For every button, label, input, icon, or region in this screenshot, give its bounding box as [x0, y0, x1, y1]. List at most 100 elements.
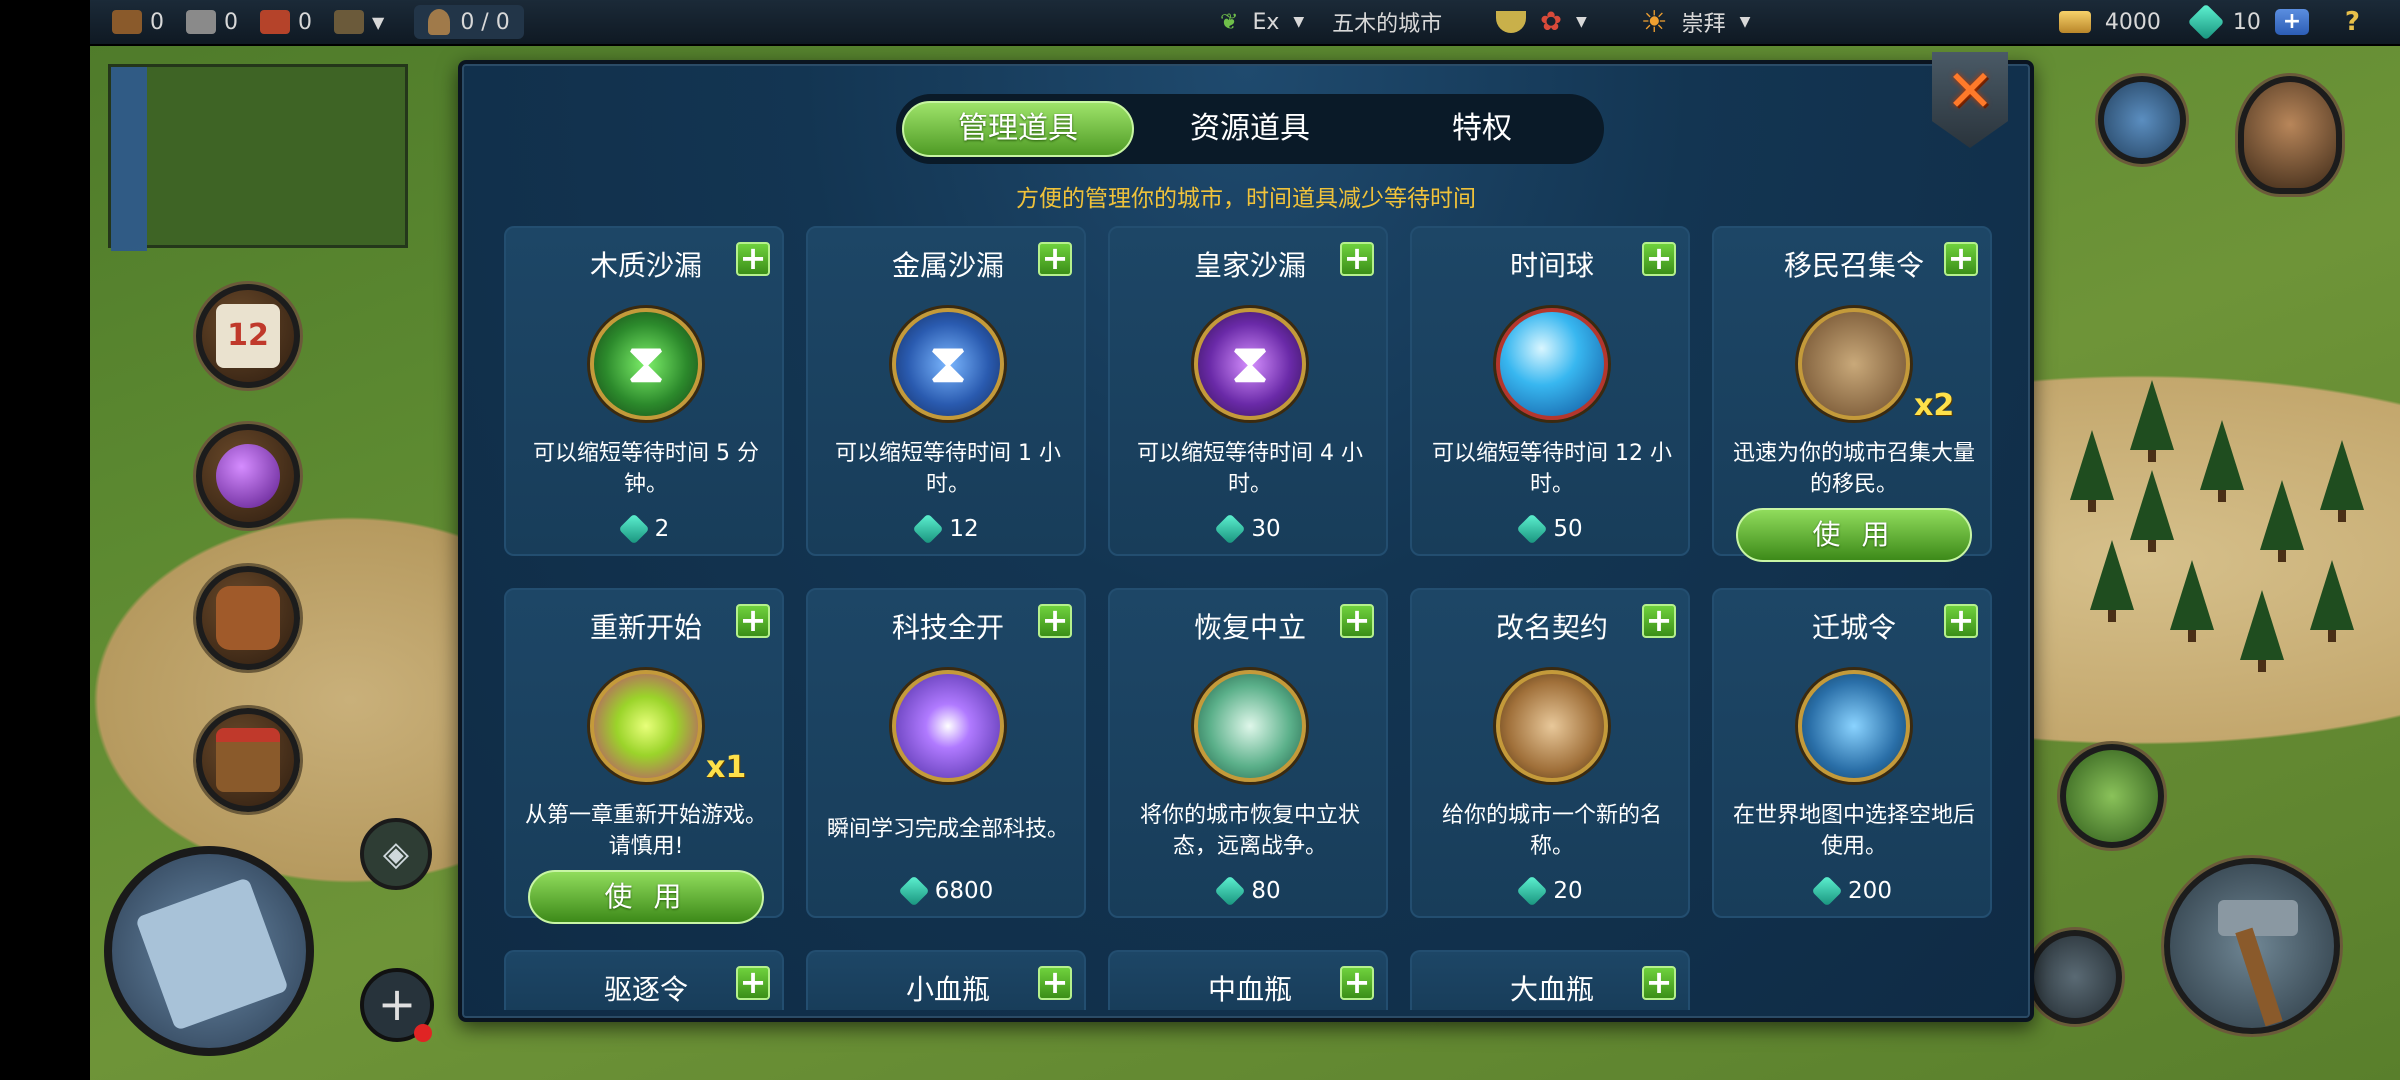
layers-button[interactable]: ◈ [360, 818, 432, 890]
crown-button[interactable] [2098, 76, 2186, 164]
buy-item-button[interactable]: + [1944, 242, 1978, 276]
tree [2310, 560, 2354, 642]
item-card[interactable]: 驱逐令 + [504, 950, 784, 1010]
tree [2240, 590, 2284, 672]
buy-item-button[interactable]: + [1642, 966, 1676, 1000]
buy-item-button[interactable]: + [1340, 242, 1374, 276]
tree [2130, 470, 2174, 552]
buy-item-button[interactable]: + [1038, 604, 1072, 638]
chevron-down-icon: ▼ [1293, 14, 1305, 30]
item-card[interactable]: 恢复中立 + 将你的城市恢复中立状态，远离战争。 80 [1108, 588, 1388, 918]
market-cart-icon [216, 728, 280, 792]
item-card[interactable]: 时间球 + 可以缩短等待时间 12 小时。 50 [1410, 226, 1690, 556]
dove-icon [1194, 670, 1306, 782]
item-card[interactable]: 科技全开 + 瞬间学习完成全部科技。 6800 [806, 588, 1086, 918]
hammer-icon [2218, 900, 2298, 936]
stone-resource[interactable]: 0 [186, 10, 238, 35]
item-price: 200 [1714, 875, 1994, 907]
item-price: 50 [1412, 513, 1692, 545]
items-dialog: 管理道具 资源道具 特权 方便的管理你的城市，时间道具减少等待时间 木质沙漏 +… [458, 60, 2034, 1022]
item-count: x1 [706, 750, 747, 785]
population-box[interactable]: 0 / 0 [414, 5, 524, 39]
use-item-button[interactable]: 使 用 [1736, 508, 1972, 562]
close-icon: ✕ [1945, 57, 1995, 125]
potion-button[interactable] [196, 424, 300, 528]
minimap-sea [111, 67, 147, 251]
gem-icon [1811, 875, 1843, 907]
market-button[interactable] [196, 708, 300, 812]
item-card[interactable]: 大血瓶 + [1410, 950, 1690, 1010]
tree [2130, 380, 2174, 462]
buy-gems-button[interactable]: + [2274, 9, 2309, 35]
wooden-hourglass-icon: ⧗ [590, 308, 702, 420]
tab-resource-items[interactable]: 资源道具 [1134, 101, 1366, 157]
build-hammer-button[interactable] [2164, 858, 2340, 1034]
notification-dot [414, 1024, 432, 1042]
tree [2260, 480, 2304, 562]
advisor-avatar[interactable] [2238, 76, 2342, 194]
price-value: 50 [1553, 516, 1583, 542]
rename-scroll-icon [1496, 670, 1608, 782]
minimap[interactable] [108, 64, 408, 251]
brick-resource[interactable]: 0 [260, 10, 312, 35]
item-card[interactable]: 金属沙漏 + ⧗ 可以缩短等待时间 1 小时。 12 [806, 226, 1086, 556]
buildings-dropdown[interactable]: ▼ [334, 10, 384, 34]
item-card[interactable]: 移民召集令 + x2 迅速为你的城市召集大量的移民。 使 用 [1712, 226, 1992, 562]
potion-icon [216, 444, 280, 508]
time-orb-icon [1496, 308, 1608, 420]
tab-privileges[interactable]: 特权 [1366, 101, 1598, 157]
item-card[interactable]: 迁城令 + 在世界地图中选择空地后使用。 200 [1712, 588, 1992, 918]
flower-icon: ✿ [1540, 7, 1562, 37]
buy-item-button[interactable]: + [1038, 242, 1072, 276]
buy-item-button[interactable]: + [1038, 966, 1072, 1000]
road-button[interactable] [2060, 744, 2164, 848]
world-map-button[interactable] [104, 846, 314, 1056]
tab-management-items[interactable]: 管理道具 [902, 101, 1134, 157]
wagon-icon [1798, 670, 1910, 782]
buy-item-button[interactable]: + [1642, 242, 1676, 276]
dialog-subtitle: 方便的管理你的城市，时间道具减少等待时间 [1016, 186, 1476, 212]
brick-icon [260, 10, 290, 34]
chevron-down-icon: ▼ [1739, 14, 1751, 30]
item-card[interactable]: 皇家沙漏 + ⧗ 可以缩短等待时间 4 小时。 30 [1108, 226, 1388, 556]
tree [2070, 430, 2114, 512]
tab-bar: 管理道具 资源道具 特权 [896, 94, 1604, 164]
price-value: 30 [1251, 516, 1281, 542]
buy-item-button[interactable]: + [1340, 966, 1374, 1000]
sun-icon: ☀ [1640, 4, 1668, 40]
laurel-icon: ❦ [1220, 9, 1239, 35]
population-value: 0 / 0 [460, 9, 510, 35]
help-button[interactable]: ? [2345, 7, 2360, 37]
item-card[interactable]: 小血瓶 + [806, 950, 1086, 1010]
shovel-button[interactable] [2028, 930, 2122, 1024]
buy-item-button[interactable]: + [736, 242, 770, 276]
hammer-handle [2235, 927, 2283, 1027]
item-description: 可以缩短等待时间 1 小时。 [835, 441, 1061, 497]
calendar-button[interactable]: 12 [196, 284, 300, 388]
use-item-button[interactable]: 使 用 [528, 870, 764, 924]
gem-value: 10 [2232, 9, 2261, 35]
gem-icon [1214, 875, 1246, 907]
buy-item-button[interactable]: + [1944, 604, 1978, 638]
buy-item-button[interactable]: + [1642, 604, 1676, 638]
price-value: 80 [1251, 878, 1281, 904]
item-description: 从第一章重新开始游戏。请慎用! [524, 803, 767, 859]
item-card[interactable]: 改名契约 + 给你的城市一个新的名称。 20 [1410, 588, 1690, 918]
item-card[interactable]: 重新开始 + x1 从第一章重新开始游戏。请慎用! 使 用 [504, 588, 784, 924]
calendar-icon: 12 [216, 304, 280, 368]
stone-icon [186, 10, 216, 34]
buy-item-button[interactable]: + [1340, 604, 1374, 638]
buy-item-button[interactable]: + [736, 604, 770, 638]
stone-value: 0 [224, 9, 238, 35]
item-card[interactable]: 木质沙漏 + ⧗ 可以缩短等待时间 5 分钟。 2 [504, 226, 784, 556]
city-info[interactable]: ❦ Ex ▼ 五木的城市 ✿ ▼ ☀ 崇拜 ▼ [1220, 5, 1750, 40]
buy-item-button[interactable]: + [736, 966, 770, 1000]
gem-icon [1214, 513, 1246, 545]
item-card[interactable]: 中血瓶 + [1108, 950, 1388, 1010]
wood-resource[interactable]: 0 [112, 10, 164, 35]
backpack-button[interactable] [196, 566, 300, 670]
item-count: x2 [1914, 388, 1955, 423]
gold-value: 4000 [2104, 9, 2161, 35]
tree [2170, 560, 2214, 642]
item-price: 30 [1110, 513, 1390, 545]
